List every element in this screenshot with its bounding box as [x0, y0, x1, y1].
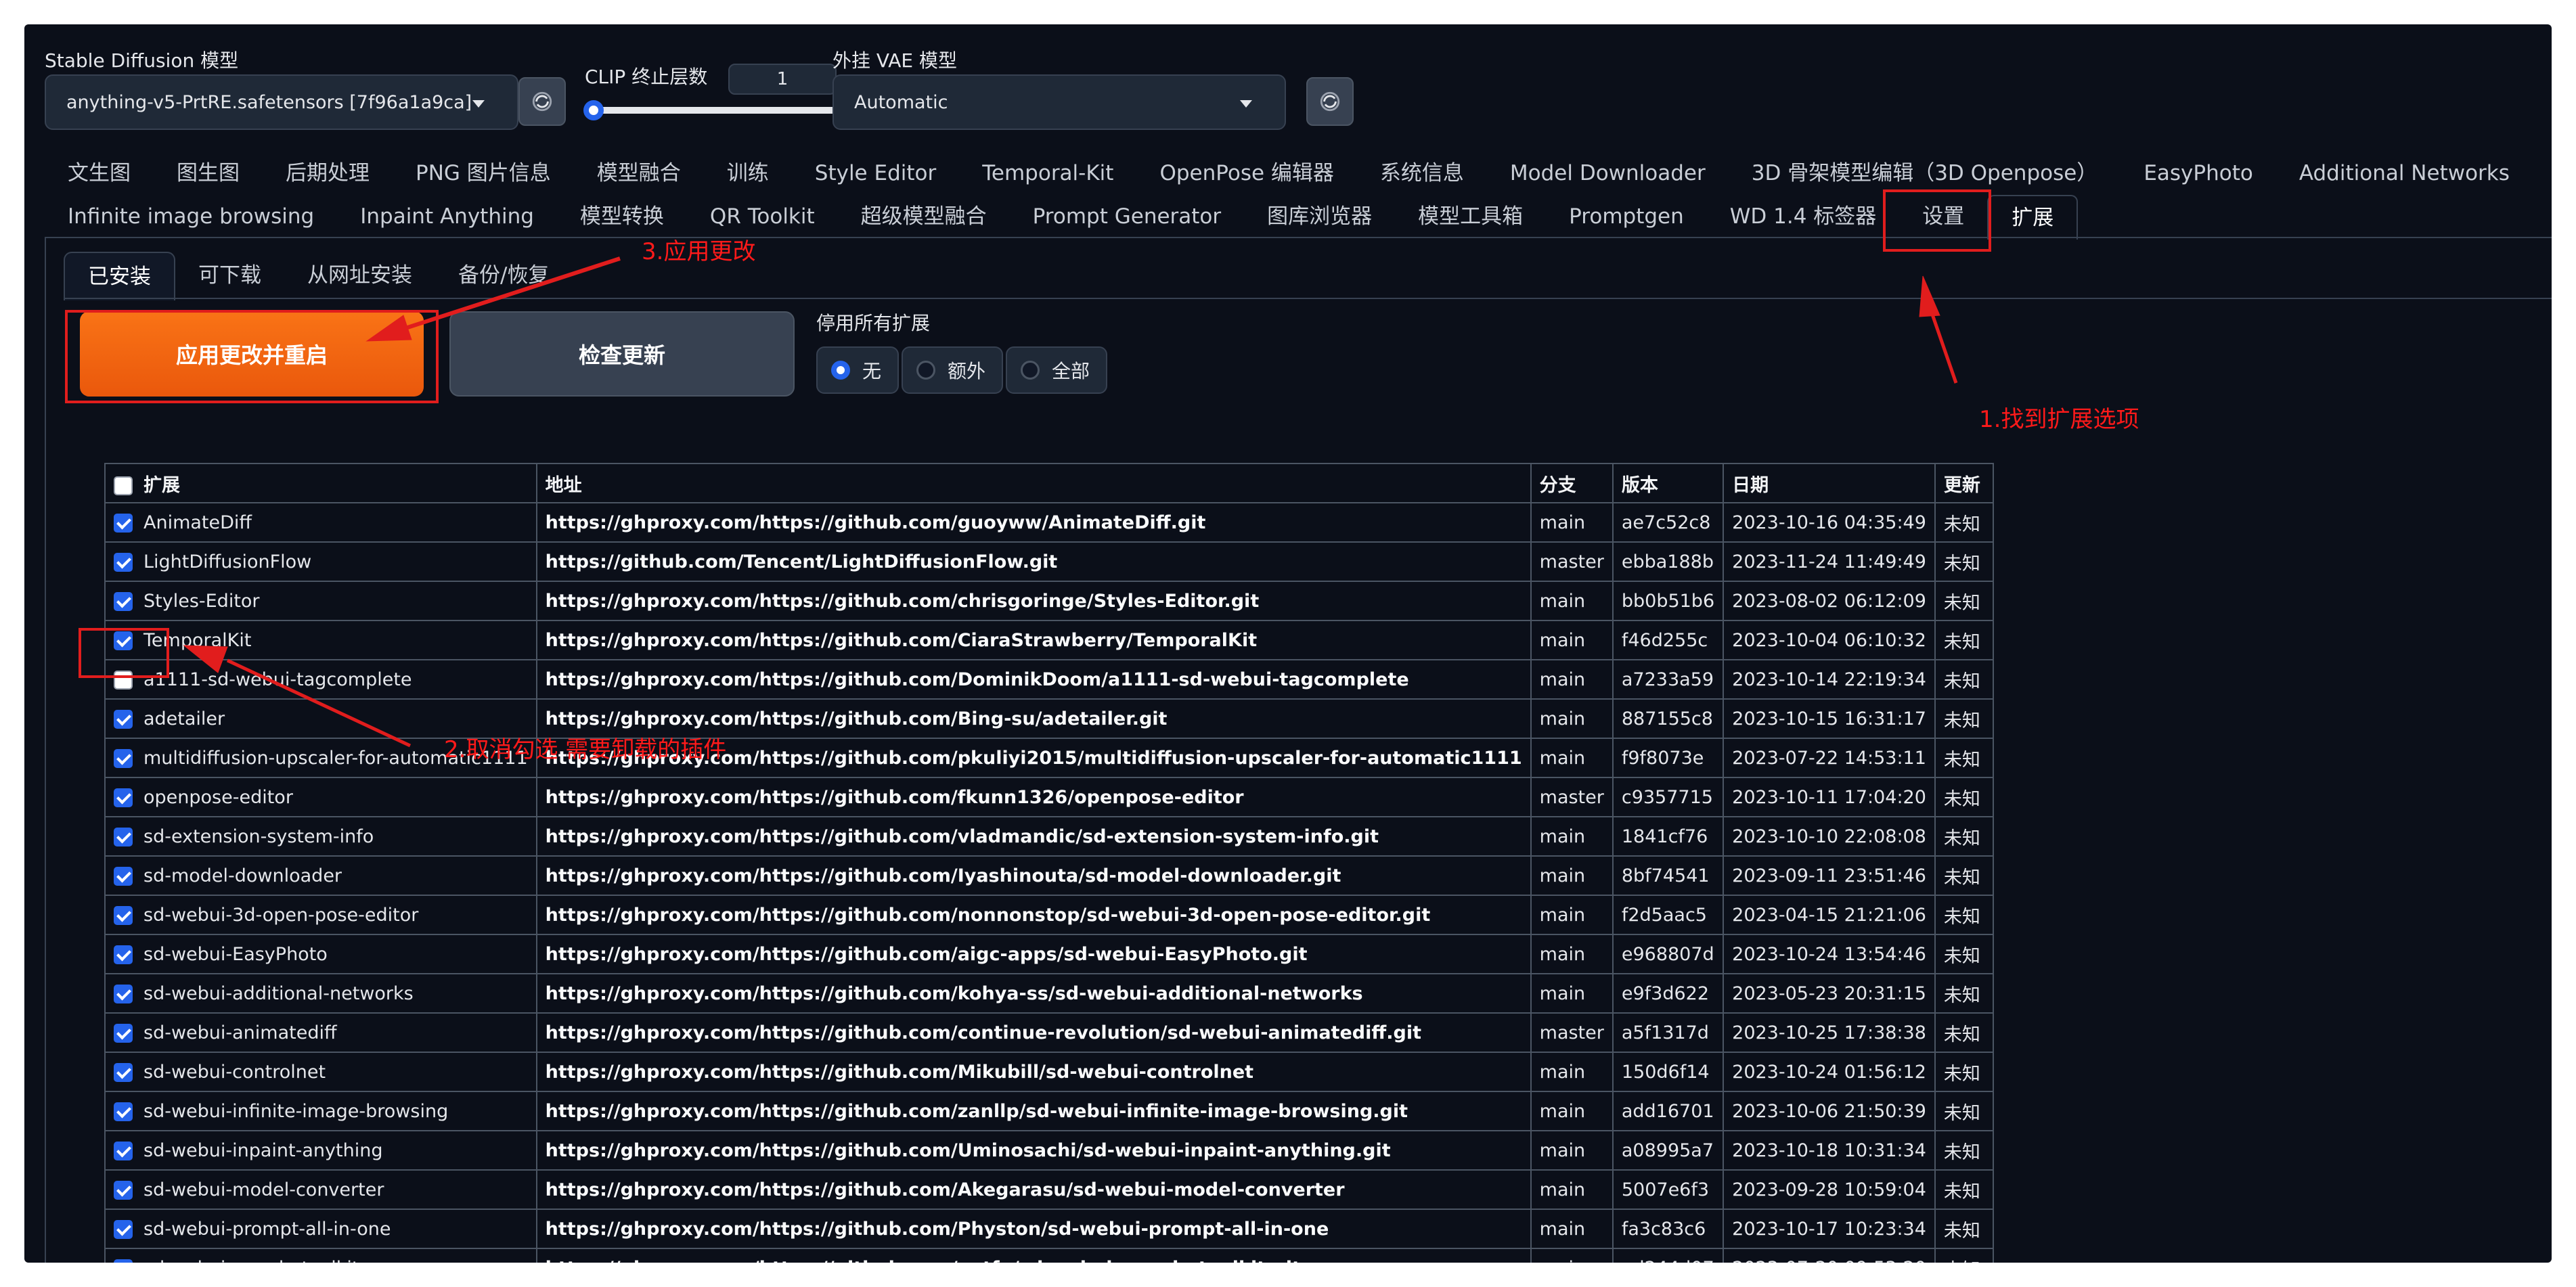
arrow-icon	[1928, 308, 1958, 384]
annotation-step1: 1.找到扩展选项	[1979, 406, 2139, 433]
arrow-icon	[403, 256, 621, 331]
arrow-icon	[183, 645, 228, 673]
annotation-arrows	[183, 256, 1958, 748]
annotation-step2: 2.取消勾选 需要卸载的插件	[444, 736, 727, 763]
arrow-icon	[226, 658, 412, 748]
app-window: Stable Diffusion 模型 anything-v5-PrtRE.sa…	[24, 24, 2552, 1263]
annotation-step3: 3.应用更改	[642, 238, 756, 265]
arrow-icon	[365, 315, 412, 342]
arrow-icon	[1919, 275, 1940, 317]
